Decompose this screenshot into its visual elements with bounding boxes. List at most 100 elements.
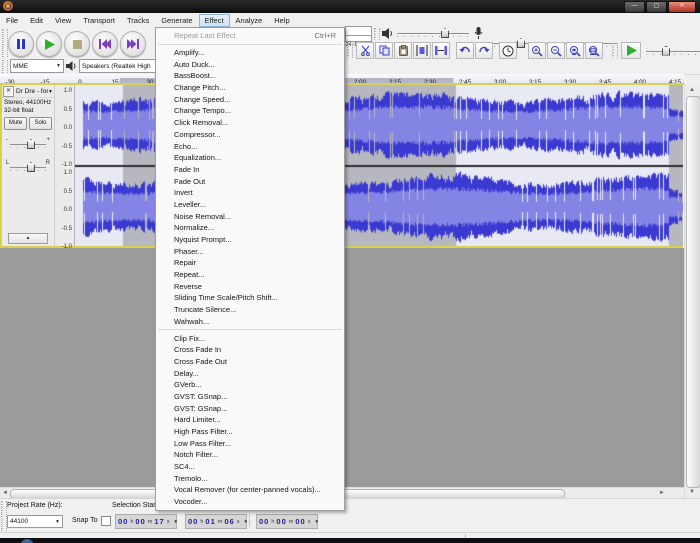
menubar-item-generate[interactable]: Generate <box>155 14 198 27</box>
selection-end-field[interactable]: 00h01m06s▼ <box>185 514 247 529</box>
trim-audio-button[interactable] <box>413 42 431 59</box>
minimize-button[interactable]: — <box>624 1 645 13</box>
cut-button[interactable] <box>356 42 374 59</box>
output-device-select[interactable]: Speakers (Realtek High▼ <box>79 59 165 73</box>
undo-button[interactable] <box>456 42 474 59</box>
mute-button[interactable]: Mute <box>4 117 27 130</box>
menubar-item-tracks[interactable]: Tracks <box>121 14 155 27</box>
device-toolbar-grip[interactable] <box>2 60 8 73</box>
track-collapse-button[interactable]: ▲ <box>8 233 48 244</box>
pan-slider-thumb[interactable] <box>27 162 35 172</box>
output-volume-slider[interactable] <box>397 28 469 38</box>
scroll-up-icon[interactable]: ▲ <box>689 85 695 95</box>
skip-to-end-button[interactable] <box>120 31 146 57</box>
field-spinner-icon[interactable]: ▼ <box>243 519 247 524</box>
effect-menu-item[interactable]: Noise Removal... <box>156 210 344 222</box>
effect-menu-item[interactable]: Nyquist Prompt... <box>156 234 344 246</box>
effect-menu-item[interactable]: BassBoost... <box>156 70 344 82</box>
solo-button[interactable]: Solo <box>29 117 52 130</box>
effect-menu-item[interactable]: GVST: GSnap... <box>156 391 344 403</box>
effect-menu-item[interactable]: Leveller... <box>156 199 344 211</box>
close-button[interactable]: ✕ <box>668 1 696 13</box>
skip-to-start-button[interactable] <box>92 31 118 57</box>
sync-lock-button[interactable] <box>499 42 517 59</box>
fit-project-button[interactable] <box>585 42 603 59</box>
play-button[interactable] <box>36 31 62 57</box>
menubar-item-view[interactable]: View <box>49 14 77 27</box>
effect-menu-item[interactable]: Normalize... <box>156 222 344 234</box>
menubar-item-analyze[interactable]: Analyze <box>230 14 269 27</box>
play-at-speed-button[interactable] <box>621 42 641 59</box>
effect-menu-item[interactable]: Amplify... <box>156 47 344 59</box>
field-spinner-icon[interactable]: ▼ <box>314 519 318 524</box>
fit-selection-button[interactable] <box>566 42 584 59</box>
effect-menu-item[interactable]: Fade Out <box>156 175 344 187</box>
effect-menu-item[interactable]: Sliding Time Scale/Pitch Shift... <box>156 292 344 304</box>
output-volume-thumb[interactable] <box>441 28 449 38</box>
effect-menu-item[interactable]: Change Pitch... <box>156 82 344 94</box>
vertical-scrollbar[interactable]: ▲ ▼ <box>684 84 700 498</box>
effect-menu-item[interactable]: Low Pass Filter... <box>156 437 344 449</box>
playback-speed-thumb[interactable] <box>662 46 670 56</box>
effect-menu-item[interactable]: Repeat Last EffectCtrl+R <box>156 30 344 42</box>
effect-menu-item[interactable]: Wahwah... <box>156 316 344 328</box>
scroll-right-icon[interactable]: ► <box>659 488 665 498</box>
selection-start-field[interactable]: 00h00m17s▼ <box>115 514 177 529</box>
effect-menu-item[interactable]: Cross Fade Out <box>156 356 344 368</box>
effect-menu-item[interactable]: Invert <box>156 187 344 199</box>
effect-menu-item[interactable]: Vocal Remover (for center-panned vocals)… <box>156 484 344 496</box>
snap-to-checkbox[interactable] <box>101 516 111 526</box>
track-close-button[interactable]: ✕ <box>3 86 14 97</box>
track-title[interactable]: Dr Dre - for <box>16 88 48 95</box>
effect-menu-item[interactable]: SC4... <box>156 461 344 473</box>
effect-menu-item[interactable]: Change Tempo... <box>156 105 344 117</box>
pause-button[interactable] <box>8 31 34 57</box>
copy-button[interactable] <box>375 42 393 59</box>
gain-slider-thumb[interactable] <box>27 139 35 149</box>
effect-menu-item[interactable]: Compressor... <box>156 129 344 141</box>
effect-menu-item[interactable]: Tremolo... <box>156 472 344 484</box>
start-orb-icon[interactable] <box>20 539 34 543</box>
audio-host-select[interactable]: MME▼ <box>10 59 64 73</box>
mixer-toolbar-grip[interactable] <box>374 28 380 40</box>
effect-menu-item[interactable]: Fade In <box>156 164 344 176</box>
menubar-item-edit[interactable]: Edit <box>24 14 49 27</box>
maximize-button[interactable]: ▢ <box>646 1 667 13</box>
effect-menu-item[interactable]: Repair <box>156 257 344 269</box>
input-meter[interactable] <box>345 35 372 42</box>
vertical-scrollbar-thumb[interactable] <box>686 96 700 488</box>
effect-menu-item[interactable]: High Pass Filter... <box>156 426 344 438</box>
edit-toolbar-grip[interactable] <box>347 43 353 58</box>
effect-menu-item[interactable]: Change Speed... <box>156 93 344 105</box>
effect-menu-item[interactable]: GVerb... <box>156 379 344 391</box>
scroll-down-icon[interactable]: ▼ <box>689 487 695 497</box>
effect-menu-item[interactable]: GVST: GSnap... <box>156 402 344 414</box>
menubar-item-effect[interactable]: Effect <box>199 14 230 27</box>
zoom-out-button[interactable] <box>547 42 565 59</box>
effect-menu-item[interactable]: Delay... <box>156 367 344 379</box>
effect-menu-item[interactable]: Vocoder... <box>156 496 344 508</box>
gain-slider[interactable]: - + <box>5 136 51 150</box>
menubar-item-transport[interactable]: Transport <box>77 14 121 27</box>
audio-position-field[interactable]: 00h00m00s▼ <box>256 514 318 529</box>
field-spinner-icon[interactable]: ▼ <box>173 519 177 524</box>
effect-menu-item[interactable]: Reverse <box>156 280 344 292</box>
effect-menu-item[interactable]: Clip Fix... <box>156 332 344 344</box>
effect-menu-item[interactable]: Truncate Silence... <box>156 304 344 316</box>
effect-menu-item[interactable]: Repeat... <box>156 269 344 281</box>
stop-button[interactable] <box>64 31 90 57</box>
effect-menu-item[interactable]: Echo... <box>156 140 344 152</box>
effect-menu-item[interactable]: Click Removal... <box>156 117 344 129</box>
paste-button[interactable] <box>394 42 412 59</box>
playback-speed-slider[interactable] <box>646 46 700 56</box>
track-menu-dropdown-icon[interactable]: ▼ <box>48 89 53 95</box>
effect-menu-item[interactable]: Hard Limiter... <box>156 414 344 426</box>
effect-menu-item[interactable]: Equalization... <box>156 152 344 164</box>
effect-menu-item[interactable]: Phaser... <box>156 245 344 257</box>
project-rate-select[interactable]: 44100▼ <box>7 515 63 528</box>
vertical-scale-ruler[interactable]: 1.00.50.0-0.5-1.01.00.50.0-0.5-1.0 <box>55 85 75 246</box>
effect-menu-item[interactable]: Auto Duck... <box>156 58 344 70</box>
effect-menu-item[interactable]: Cross Fade In <box>156 344 344 356</box>
scroll-left-icon[interactable]: ◄ <box>2 488 8 498</box>
redo-button[interactable] <box>475 42 493 59</box>
